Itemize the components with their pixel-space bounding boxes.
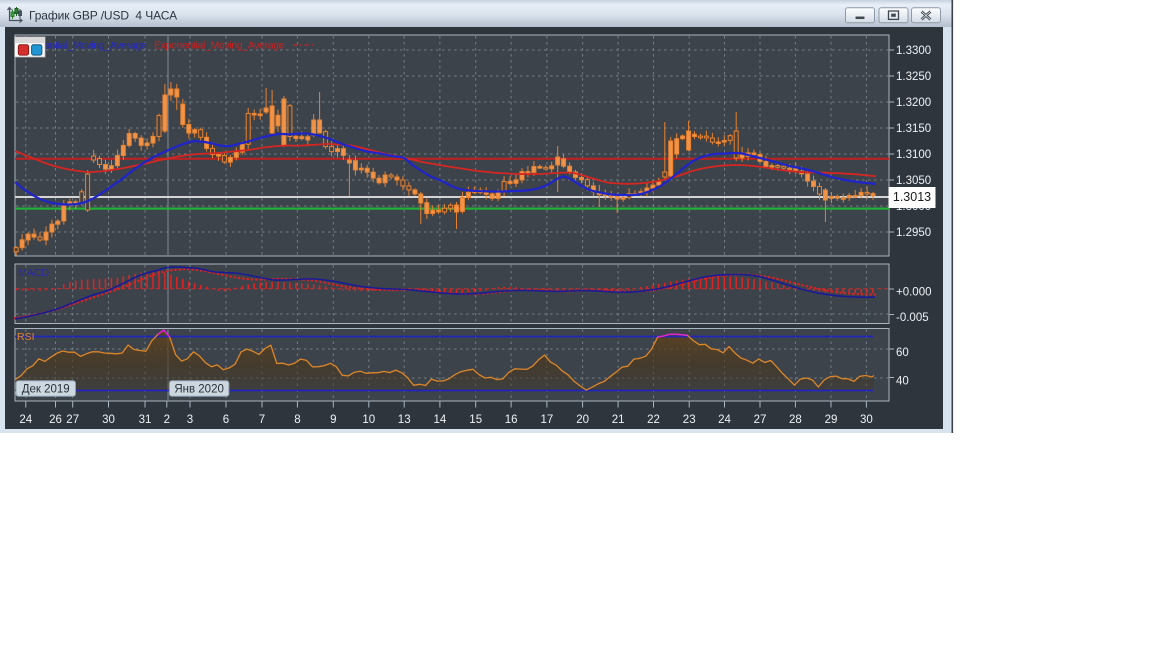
svg-text:24: 24 <box>19 414 32 426</box>
svg-text:15: 15 <box>469 414 482 426</box>
svg-text:+0.000: +0.000 <box>896 287 932 299</box>
svg-text:22: 22 <box>647 414 660 426</box>
svg-text:1.3150: 1.3150 <box>896 123 931 135</box>
svg-text:26: 26 <box>49 414 62 426</box>
svg-text:14: 14 <box>434 414 447 426</box>
svg-text:3: 3 <box>187 414 193 426</box>
svg-text:1.3100: 1.3100 <box>896 149 931 161</box>
svg-text:1.3300: 1.3300 <box>896 45 931 57</box>
svg-text:График GBP /USD 4 ЧАСА: График GBP /USD 4 ЧАСА <box>29 9 177 23</box>
svg-text:Янв 2020: Янв 2020 <box>174 383 224 395</box>
svg-text:-0.005: -0.005 <box>896 312 929 324</box>
svg-text:6: 6 <box>223 414 229 426</box>
svg-text:1.2950: 1.2950 <box>896 227 931 239</box>
svg-text:MACD: MACD <box>18 267 49 279</box>
svg-text:27: 27 <box>66 414 79 426</box>
svg-text:8: 8 <box>294 414 300 426</box>
svg-text:27: 27 <box>754 414 767 426</box>
svg-text:Exponential_Moving_Average: Exponential_Moving_Average <box>154 40 285 52</box>
svg-text:2: 2 <box>164 414 170 426</box>
svg-text:40: 40 <box>896 376 909 388</box>
svg-text:30: 30 <box>860 414 873 426</box>
svg-text:Дек 2019: Дек 2019 <box>22 383 70 395</box>
svg-text:RSI: RSI <box>17 331 35 343</box>
svg-text:1.3013: 1.3013 <box>893 190 931 204</box>
svg-text:31: 31 <box>139 414 152 426</box>
svg-text:13: 13 <box>398 414 411 426</box>
svg-text:7: 7 <box>259 414 265 426</box>
svg-text:29: 29 <box>825 414 838 426</box>
svg-text:16: 16 <box>505 414 518 426</box>
svg-text:9: 9 <box>330 414 336 426</box>
svg-text:30: 30 <box>102 414 115 426</box>
svg-text:21: 21 <box>612 414 625 426</box>
svg-text:1.3250: 1.3250 <box>896 71 931 83</box>
svg-text:28: 28 <box>789 414 802 426</box>
svg-text:17: 17 <box>541 414 554 426</box>
svg-text:20: 20 <box>576 414 589 426</box>
svg-text:60: 60 <box>896 347 909 359</box>
svg-text:10: 10 <box>362 414 375 426</box>
svg-text:1.3050: 1.3050 <box>896 175 931 187</box>
svg-text:1.3200: 1.3200 <box>896 97 931 109</box>
svg-text:24: 24 <box>718 414 731 426</box>
svg-text:23: 23 <box>683 414 696 426</box>
